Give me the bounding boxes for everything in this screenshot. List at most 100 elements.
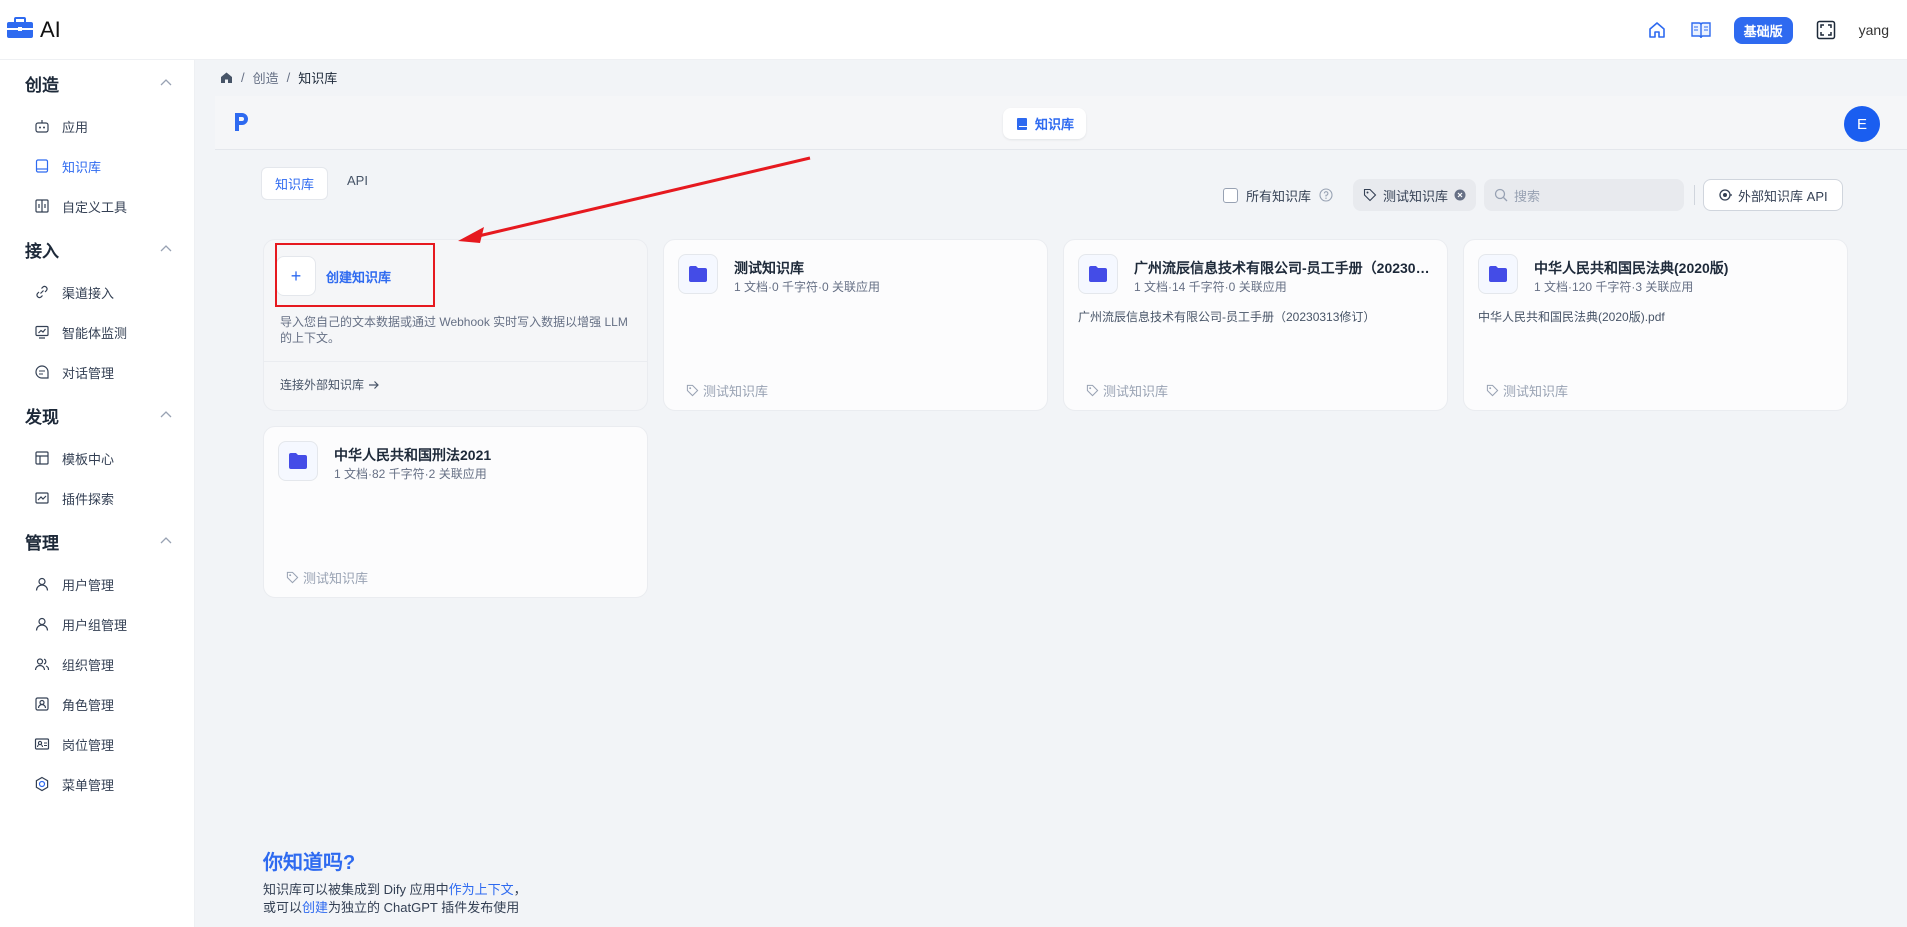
- folder-icon: [1478, 254, 1518, 294]
- link-icon: [36, 285, 48, 299]
- sidebar-item-conversations[interactable]: 对话管理: [0, 352, 194, 392]
- sidebar-item-label: 角色管理: [62, 697, 115, 713]
- home-icon[interactable]: [220, 71, 233, 84]
- tag-filter[interactable]: 测试知识库: [1353, 179, 1477, 211]
- dataset-tag[interactable]: 测试知识库: [1486, 381, 1568, 400]
- all-datasets-toggle[interactable]: 所有知识库: [1223, 186, 1333, 205]
- tab-knowledge-center[interactable]: 知识库: [1003, 108, 1087, 139]
- role-icon: [35, 697, 49, 711]
- app-title: AI: [40, 16, 61, 42]
- tip-section: 你知道吗? 知识库可以被集成到 Dify 应用中作为上下文， 或可以创建为独立的…: [263, 846, 527, 917]
- chat-icon: [35, 365, 49, 379]
- sidebar-item-roles[interactable]: 角色管理: [0, 684, 194, 724]
- filter-bar: 所有知识库 测试知识库 搜索 外部知识库 API: [1223, 179, 1843, 211]
- dataset-tag[interactable]: 测试知识库: [686, 381, 768, 400]
- dataset-meta: 1 文档·0 千字符·0 关联应用: [734, 280, 881, 294]
- breadcrumb-item[interactable]: 创造: [253, 68, 279, 87]
- tip-context-link[interactable]: 作为上下文: [449, 882, 514, 897]
- book-icon: [1017, 117, 1027, 130]
- sidebar-item-label: 自定义工具: [62, 199, 128, 215]
- center-tab-label: 知识库: [1035, 117, 1075, 132]
- group-title-text: 接入: [25, 241, 59, 261]
- fullscreen-icon[interactable]: [1815, 19, 1837, 41]
- sidebar-group-title[interactable]: 接入: [0, 226, 194, 272]
- sidebar-item-label: 用户组管理: [62, 617, 128, 633]
- tag-filter-label: 测试知识库: [1383, 188, 1449, 204]
- dataset-meta: 1 文档·14 千字符·0 关联应用: [1134, 280, 1287, 294]
- dataset-desc: 中华人民共和国民法典(2020版).pdf: [1478, 310, 1665, 324]
- dataset-card[interactable]: 中华人民共和国刑法2021 1 文档·82 千字符·2 关联应用 测试知识库: [263, 426, 648, 598]
- sidebar-group-title[interactable]: 管理: [0, 518, 194, 564]
- tip-text: 或可以: [263, 900, 303, 915]
- post-icon: [34, 738, 50, 750]
- tab-knowledge[interactable]: 知识库: [261, 167, 329, 200]
- sidebar-item-plugins[interactable]: 插件探索: [0, 478, 194, 518]
- breadcrumb-separator: /: [241, 70, 245, 85]
- main-panel: 知识库 E 知识库 API 所有知识库 测试知识库 搜索 外部知识库 API +…: [215, 96, 1907, 927]
- search-icon: [1494, 188, 1508, 202]
- sidebar-item-channels[interactable]: 渠道接入: [0, 272, 194, 312]
- sidebar-item-label: 模板中心: [62, 451, 115, 467]
- briefcase-icon: [6, 16, 34, 43]
- user-group-icon: [35, 617, 49, 631]
- search-input[interactable]: 搜索: [1484, 179, 1685, 211]
- sidebar-item-custom-tools[interactable]: 自定义工具: [0, 186, 194, 226]
- breadcrumb-current: 知识库: [298, 71, 338, 86]
- user-menu[interactable]: yang: [1859, 22, 1889, 38]
- divider: [1694, 185, 1696, 205]
- group-title-text: 管理: [25, 533, 59, 553]
- dataset-tag-label: 测试知识库: [1103, 384, 1169, 399]
- sidebar-group-discover: 发现 模板中心 插件探索: [0, 392, 194, 518]
- dataset-title: 广州流辰信息技术有限公司-员工手册（20230313修订）: [1134, 260, 1434, 276]
- sidebar-item-org[interactable]: 组织管理: [0, 644, 194, 684]
- book-icon: [35, 159, 49, 173]
- sidebar-item-knowledge[interactable]: 知识库: [0, 146, 194, 186]
- dataset-meta: 1 文档·82 千字符·2 关联应用: [334, 467, 487, 481]
- tip-line: 或可以创建为独立的 ChatGPT 插件发布使用: [263, 899, 527, 917]
- all-datasets-checkbox[interactable]: [1223, 187, 1238, 203]
- sidebar-item-users[interactable]: 用户管理: [0, 564, 194, 604]
- sidebar-group-title[interactable]: 创造: [0, 60, 194, 106]
- dataset-card[interactable]: 广州流辰信息技术有限公司-员工手册（20230313修订） 1 文档·14 千字…: [1063, 239, 1448, 411]
- external-api-label: 外部知识库 API: [1738, 188, 1828, 204]
- connect-external-link[interactable]: 连接外部知识库: [280, 376, 380, 393]
- home-icon[interactable]: [1646, 19, 1668, 41]
- app-logo[interactable]: AI: [0, 16, 61, 43]
- sidebar-group-title[interactable]: 发现: [0, 392, 194, 438]
- all-datasets-label: 所有知识库: [1246, 188, 1312, 204]
- sidebar-group-manage: 管理 用户管理 用户组管理 组织管理 角色管理 岗位管理 菜单管理: [0, 518, 194, 804]
- sidebar-item-label: 渠道接入: [62, 285, 115, 301]
- tip-text: 为独立的 ChatGPT 插件发布使用: [328, 900, 520, 915]
- chevron-up-icon: [160, 79, 172, 86]
- sidebar-item-posts[interactable]: 岗位管理: [0, 724, 194, 764]
- tag-icon: [1086, 384, 1099, 397]
- user-icon: [35, 577, 49, 591]
- sidebar-item-templates[interactable]: 模板中心: [0, 438, 194, 478]
- help-circle-icon[interactable]: [1319, 188, 1333, 202]
- menu-icon: [35, 776, 49, 792]
- sidebar-group-create: 创造 应用 知识库 自定义工具: [0, 60, 194, 226]
- external-api-button[interactable]: 外部知识库 API: [1703, 179, 1843, 211]
- sidebar-item-label: 插件探索: [62, 491, 115, 507]
- tag-icon: [1363, 188, 1377, 202]
- dataset-tag[interactable]: 测试知识库: [286, 568, 368, 587]
- plan-badge[interactable]: 基础版: [1733, 16, 1793, 44]
- dataset-meta: 1 文档·120 千字符·3 关联应用: [1534, 280, 1694, 294]
- tip-create-link[interactable]: 创建: [302, 900, 328, 915]
- clear-tag-icon[interactable]: [1454, 189, 1466, 201]
- tab-api[interactable]: API: [334, 167, 381, 200]
- docs-book-icon[interactable]: [1690, 19, 1712, 41]
- sidebar-item-menus[interactable]: 菜单管理: [0, 764, 194, 804]
- avatar[interactable]: E: [1844, 106, 1880, 142]
- dataset-tag[interactable]: 测试知识库: [1086, 381, 1168, 400]
- dataset-title: 测试知识库: [734, 260, 804, 276]
- sidebar-item-apps[interactable]: 应用: [0, 106, 194, 146]
- sidebar-item-user-groups[interactable]: 用户组管理: [0, 604, 194, 644]
- sidebar-item-agent-monitor[interactable]: 智能体监测: [0, 312, 194, 352]
- sidebar-group-access: 接入 渠道接入 智能体监测 对话管理: [0, 226, 194, 392]
- sidebar-item-label: 用户管理: [62, 577, 115, 593]
- dataset-card[interactable]: 中华人民共和国民法典(2020版) 1 文档·120 千字符·3 关联应用 中华…: [1463, 239, 1848, 411]
- tag-icon: [1486, 384, 1499, 397]
- api-connection-icon: [1719, 189, 1733, 201]
- dataset-card[interactable]: 测试知识库 1 文档·0 千字符·0 关联应用 测试知识库: [663, 239, 1048, 411]
